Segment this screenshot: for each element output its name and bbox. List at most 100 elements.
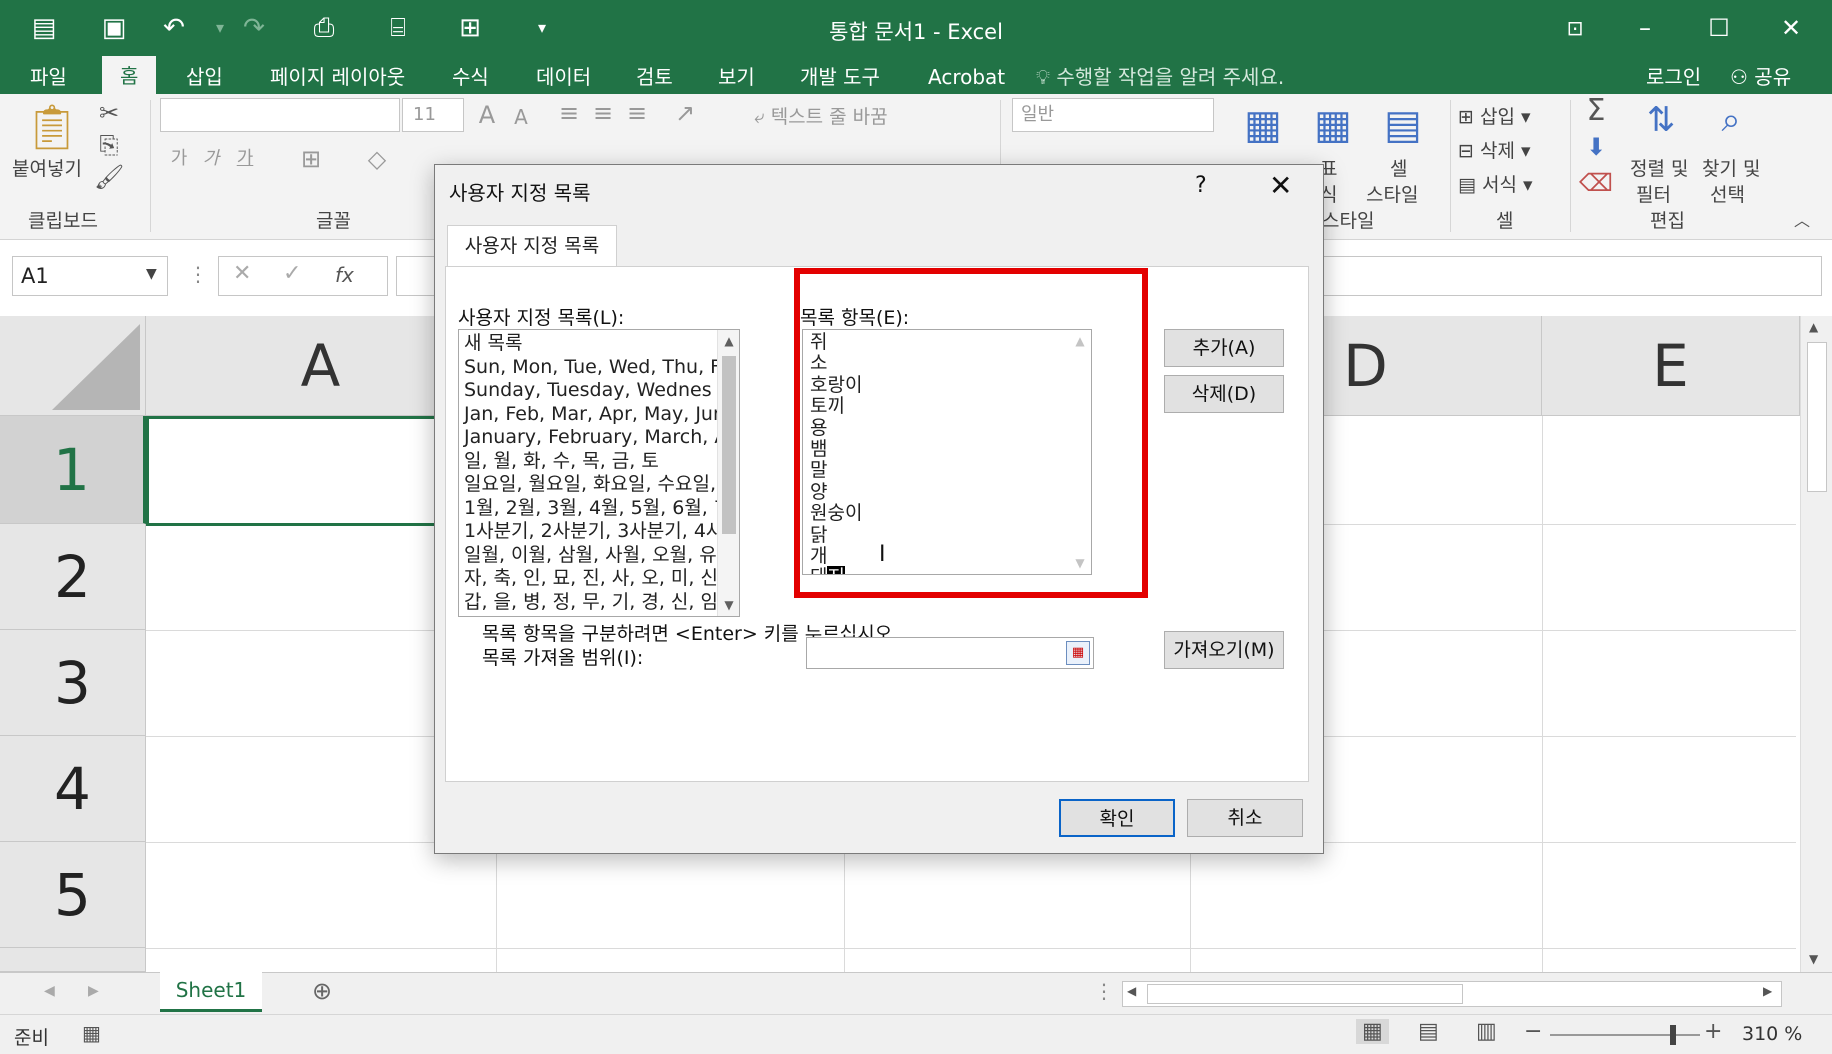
- row-header-4[interactable]: 4: [0, 736, 146, 842]
- custom-list-item[interactable]: Sunday, Tuesday, Wednes: [459, 379, 719, 403]
- sort-filter-label-line2[interactable]: 필터: [1636, 180, 1671, 207]
- decrease-font-icon[interactable]: A: [506, 102, 536, 132]
- find-select-icon[interactable]: ⌕: [1704, 96, 1758, 144]
- paste-label[interactable]: 붙여넣기: [12, 154, 82, 181]
- tab-data[interactable]: 데이터: [524, 60, 603, 94]
- ribbon-options-icon[interactable]: ⊡: [1550, 8, 1600, 48]
- custom-list-item[interactable]: 일요일, 월요일, 화요일, 수요일, 목오: [459, 473, 719, 497]
- format-cells-button[interactable]: ▤ 서식 ▾: [1458, 170, 1533, 197]
- tab-review[interactable]: 검토: [624, 60, 685, 94]
- page-layout-view-icon[interactable]: ▤: [1418, 1019, 1439, 1044]
- fill-color-icon[interactable]: ◇: [362, 144, 392, 174]
- row-header-6[interactable]: [0, 948, 146, 972]
- maximize-button[interactable]: ☐: [1694, 8, 1744, 48]
- prev-sheet-icon[interactable]: ◀: [44, 983, 55, 999]
- close-dialog-button[interactable]: ✕: [1269, 169, 1292, 202]
- clear-icon[interactable]: ⌫: [1576, 168, 1616, 198]
- delete-cells-button[interactable]: ⊟ 삭제 ▾: [1458, 136, 1531, 163]
- scroll-right-icon[interactable]: ▶: [1763, 984, 1772, 998]
- tab-page-layout[interactable]: 페이지 레이아웃: [258, 60, 417, 94]
- fill-icon[interactable]: ⬇: [1576, 132, 1616, 162]
- borders-icon[interactable]: ⊞: [296, 144, 326, 174]
- split-handle-icon[interactable]: ⋮: [1094, 979, 1114, 1003]
- zoom-out-icon[interactable]: −: [1524, 1019, 1542, 1044]
- page-break-view-icon[interactable]: ▥: [1476, 1019, 1497, 1044]
- custom-list-item[interactable]: 일, 월, 화, 수, 목, 금, 토: [459, 450, 719, 474]
- help-button[interactable]: ?: [1195, 173, 1207, 198]
- italic-icon[interactable]: 가: [198, 144, 224, 174]
- import-button[interactable]: 가져오기(M): [1164, 631, 1284, 669]
- cell-style-label-line2[interactable]: 스타일: [1366, 180, 1418, 207]
- zoom-slider[interactable]: [1550, 1034, 1700, 1036]
- tab-insert[interactable]: 삽입: [174, 60, 235, 94]
- new-sheet-icon[interactable]: ⊕: [312, 977, 332, 1005]
- cell-styles-icon[interactable]: ▤: [1376, 98, 1430, 152]
- custom-list-item[interactable]: 일월, 이월, 삼월, 사월, 오월, 유월, ª: [459, 544, 719, 568]
- sign-in-link[interactable]: 로그인: [1646, 60, 1701, 94]
- tab-custom-lists[interactable]: 사용자 지정 목록: [447, 225, 617, 267]
- custom-lists-scroll-thumb[interactable]: [722, 356, 736, 534]
- underline-icon[interactable]: 가: [232, 144, 258, 174]
- sheet-tab-sheet1[interactable]: Sheet1: [160, 972, 262, 1012]
- import-range-input[interactable]: [806, 637, 1094, 669]
- tab-formulas[interactable]: 수식: [440, 60, 501, 94]
- align-middle-icon[interactable]: ≡: [588, 98, 618, 128]
- custom-list-item[interactable]: 자, 축, 인, 묘, 진, 사, 오, 미, 신, 유,: [459, 567, 719, 591]
- tab-home[interactable]: 홈: [102, 56, 157, 94]
- row-header-3[interactable]: 3: [0, 630, 146, 736]
- find-select-label-line1[interactable]: 찾기 및: [1702, 154, 1760, 181]
- cancel-entry-icon[interactable]: ✕: [233, 261, 251, 286]
- close-window-button[interactable]: ✕: [1766, 8, 1816, 48]
- next-sheet-icon[interactable]: ▶: [88, 983, 99, 999]
- custom-list-item[interactable]: 새 목록: [459, 332, 719, 356]
- ok-button[interactable]: 확인: [1059, 799, 1175, 837]
- tab-view[interactable]: 보기: [706, 60, 767, 94]
- sort-filter-label-line1[interactable]: 정렬 및: [1630, 154, 1688, 181]
- number-format-box[interactable]: 일반: [1012, 98, 1214, 132]
- insert-cells-button[interactable]: ⊞ 삽입 ▾: [1458, 102, 1531, 129]
- tab-developer[interactable]: 개발 도구: [788, 60, 892, 94]
- align-top-icon[interactable]: ≡: [554, 98, 584, 128]
- add-button[interactable]: 추가(A): [1164, 329, 1284, 367]
- custom-list-item[interactable]: Sun, Mon, Tue, Wed, Thu, Fri, Sat: [459, 356, 719, 380]
- format-painter-icon[interactable]: 🖌︎: [94, 162, 124, 192]
- horizontal-scroll-thumb[interactable]: [1147, 984, 1463, 1004]
- name-box-dropdown-icon[interactable]: ▼: [146, 266, 157, 282]
- confirm-entry-icon[interactable]: ✓: [283, 261, 301, 286]
- increase-font-icon[interactable]: A: [472, 100, 502, 130]
- insert-function-icon[interactable]: fx: [335, 263, 354, 287]
- column-header-e[interactable]: E: [1542, 316, 1800, 416]
- custom-lists-scrollbar[interactable]: ▲ ▼: [717, 330, 739, 616]
- zoom-in-icon[interactable]: +: [1704, 1019, 1722, 1044]
- custom-list-item[interactable]: January, February, March, April, Ma: [459, 426, 719, 450]
- row-header-5[interactable]: 5: [0, 842, 146, 948]
- paste-icon[interactable]: 📋︎: [22, 98, 82, 158]
- collapse-ribbon-icon[interactable]: ︿: [1790, 206, 1814, 236]
- tab-acrobat[interactable]: Acrobat: [916, 60, 1017, 94]
- format-as-table-icon[interactable]: ▦: [1306, 98, 1360, 152]
- horizontal-scrollbar[interactable]: ◀ ▶: [1122, 981, 1782, 1007]
- tab-file[interactable]: 파일: [18, 60, 79, 94]
- vertical-scroll-thumb[interactable]: [1807, 342, 1827, 492]
- custom-lists-listbox[interactable]: 새 목록Sun, Mon, Tue, Wed, Thu, Fri, SatSun…: [458, 329, 740, 617]
- minimize-button[interactable]: –: [1620, 8, 1670, 48]
- scroll-down-icon[interactable]: ▼: [1809, 952, 1818, 966]
- copy-icon[interactable]: ⎘: [94, 130, 124, 160]
- normal-view-icon[interactable]: ▦: [1356, 1019, 1389, 1044]
- delete-button[interactable]: 삭제(D): [1164, 375, 1284, 413]
- cell-style-label-line1[interactable]: 셀: [1390, 154, 1407, 181]
- align-bottom-icon[interactable]: ≡: [622, 98, 652, 128]
- custom-list-item[interactable]: 1월, 2월, 3월, 4월, 5월, 6월, 7월, 8: [459, 497, 719, 521]
- scroll-down-icon[interactable]: ▼: [718, 598, 739, 612]
- name-box[interactable]: A1: [12, 256, 168, 296]
- scroll-up-icon[interactable]: ▲: [1809, 320, 1818, 334]
- sort-filter-icon[interactable]: ⇅: [1634, 96, 1688, 144]
- row-header-1[interactable]: 1: [0, 416, 146, 524]
- font-size-box[interactable]: 11: [402, 98, 464, 132]
- autosum-icon[interactable]: Σ: [1576, 96, 1616, 126]
- bold-icon[interactable]: 가: [166, 144, 192, 174]
- wrap-text-button[interactable]: ⤶ 텍스트 줄 바꿈: [754, 102, 888, 129]
- custom-list-item[interactable]: Jan, Feb, Mar, Apr, May, Jun, Jul, A: [459, 403, 719, 427]
- range-selector-icon[interactable]: ▦: [1066, 641, 1090, 665]
- font-name-box[interactable]: [160, 98, 400, 132]
